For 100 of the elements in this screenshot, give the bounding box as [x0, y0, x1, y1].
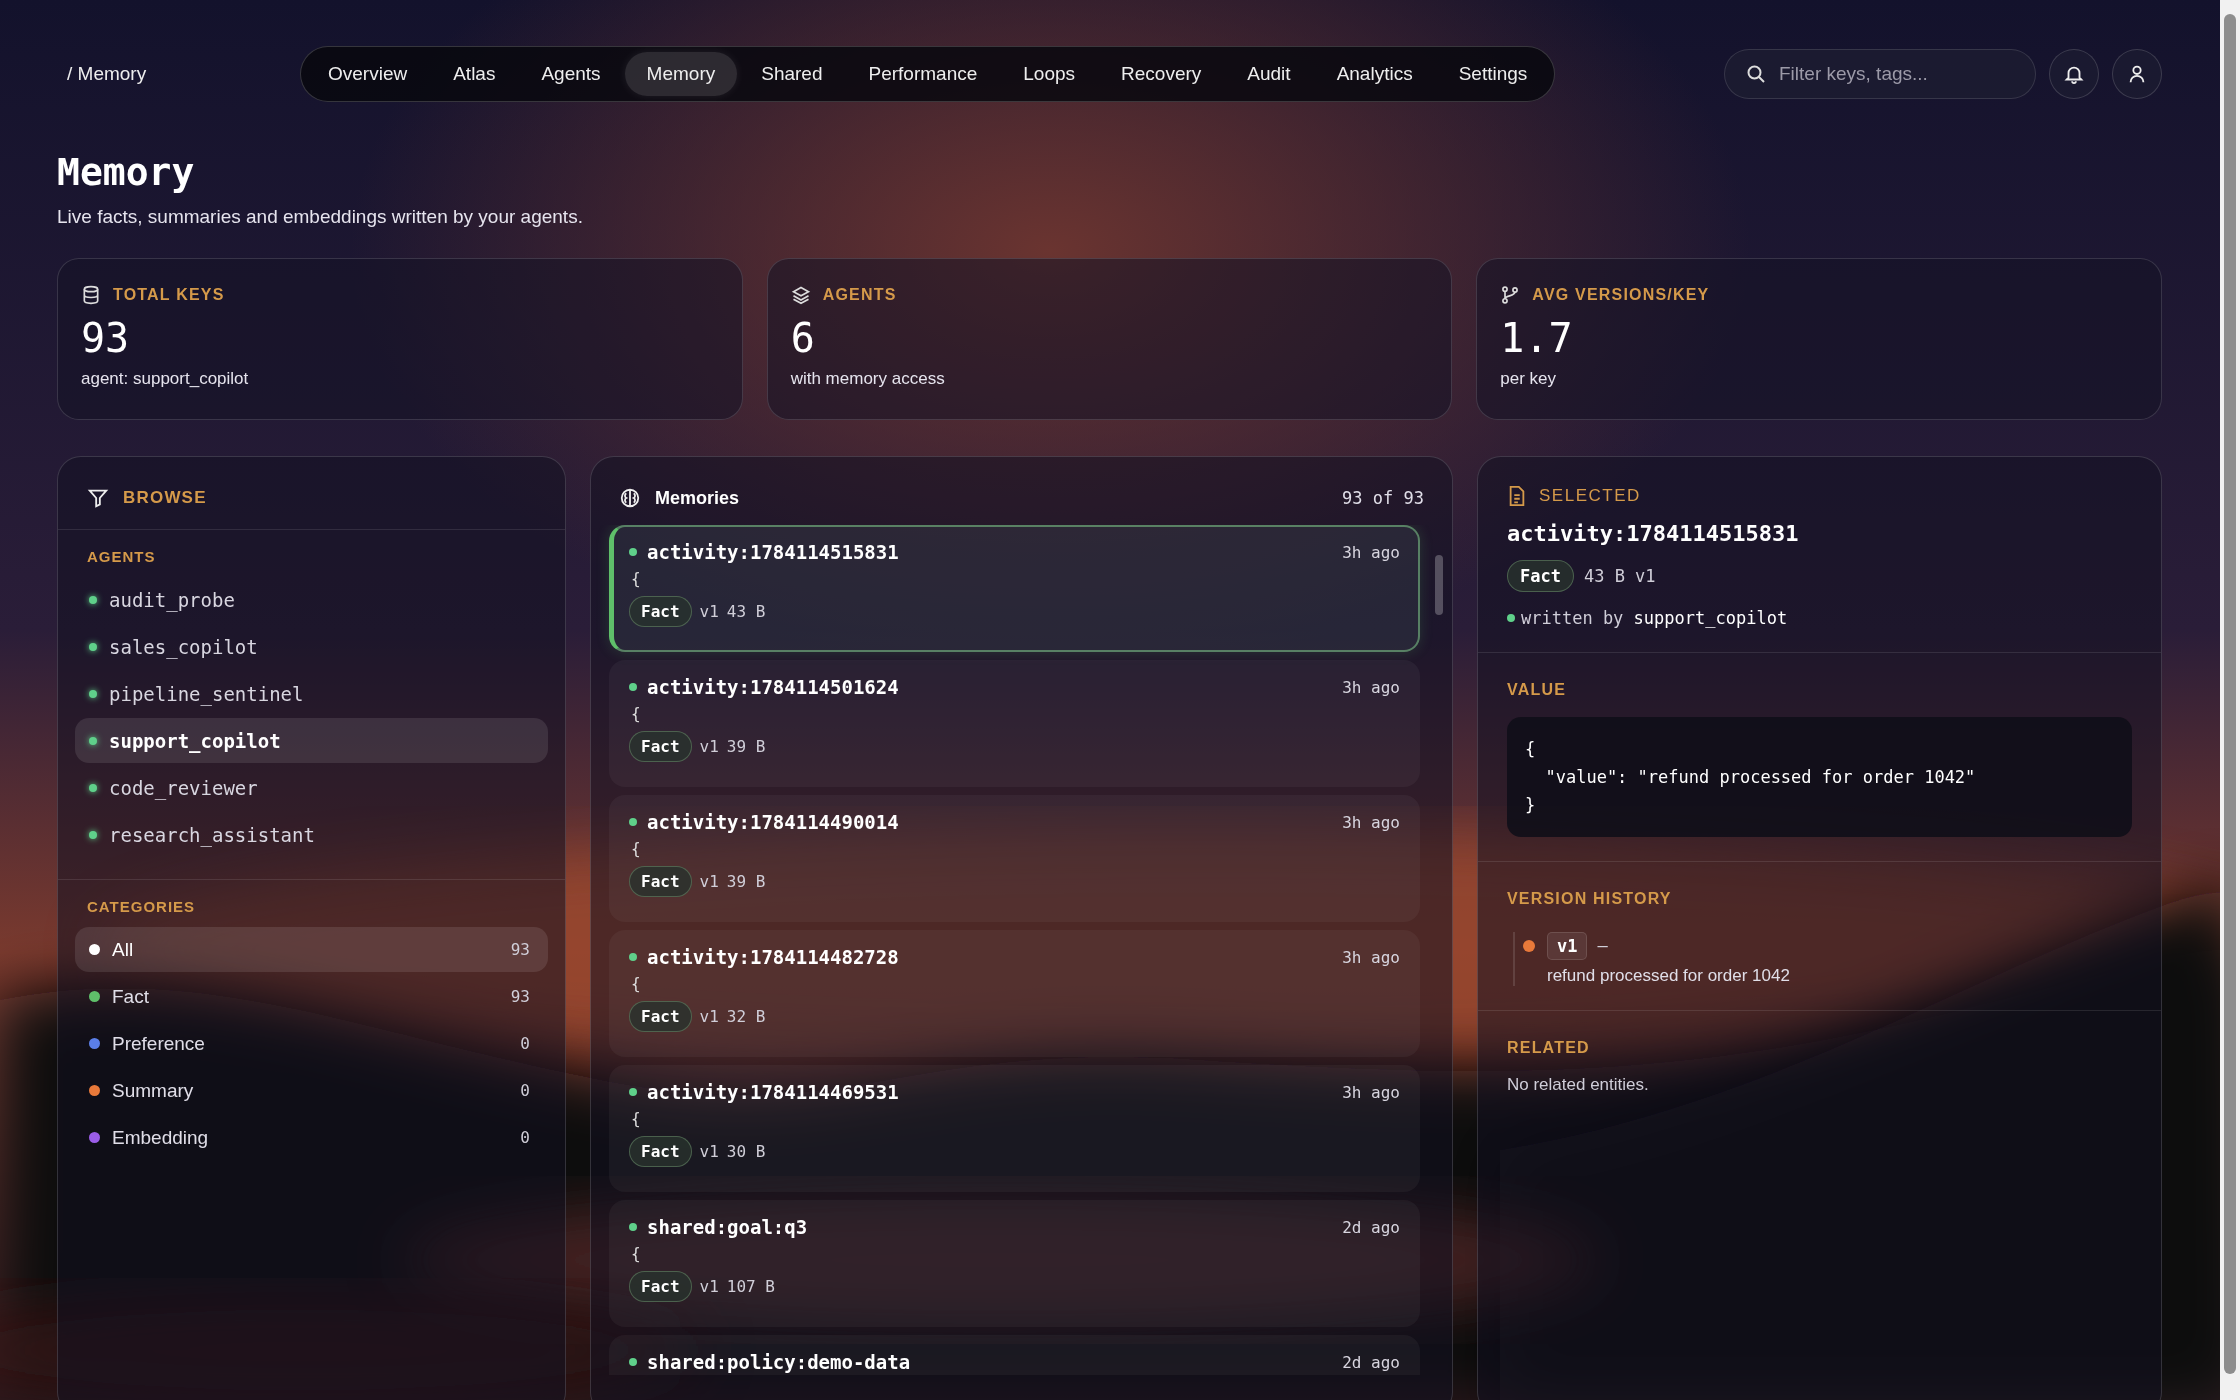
branch-icon: [1500, 285, 1521, 305]
version-text: refund processed for order 1042: [1547, 966, 1790, 986]
memory-count: 93 of 93: [1342, 488, 1424, 508]
category-item[interactable]: Preference 0: [75, 1021, 548, 1066]
scrollbar-thumb[interactable]: [1435, 555, 1443, 615]
memory-card[interactable]: activity:1784114490014 3h ago { Fact v1 39 B: [609, 795, 1420, 922]
status-dot-icon: [629, 1358, 637, 1366]
status-dot-icon: [629, 1223, 637, 1231]
nav-tab[interactable]: Audit: [1225, 52, 1313, 96]
value-code: { "value": "refund processed for order 1042" }: [1507, 717, 2132, 837]
memory-version: v1: [699, 1277, 719, 1296]
status-dot-icon: [89, 736, 97, 745]
agent-item[interactable]: pipeline_sentinel: [75, 671, 548, 716]
nav-tab[interactable]: Settings: [1436, 52, 1550, 96]
memory-time: 3h ago: [1342, 812, 1400, 832]
nav-tab[interactable]: Analytics: [1314, 52, 1435, 96]
related-empty-text: No related entities.: [1507, 1075, 1649, 1095]
scrollbar[interactable]: [2220, 0, 2240, 1400]
memory-version: v1: [699, 737, 719, 756]
memory-version: v1: [699, 1142, 719, 1161]
category-count: 0: [520, 1081, 531, 1100]
category-tag: Fact: [629, 596, 692, 627]
agent-item[interactable]: support_copilot: [75, 718, 548, 763]
nav-tab[interactable]: Agents: [519, 52, 623, 96]
stat-label: AVG VERSIONS/KEY: [1532, 286, 1710, 304]
memory-time: 3h ago: [1342, 947, 1400, 967]
memory-card[interactable]: shared:policy:demo-data 2d ago: [609, 1335, 1420, 1375]
agent-item[interactable]: audit_probe: [75, 577, 548, 622]
version-dash: –: [1597, 936, 1608, 956]
memory-size: 39 B: [726, 737, 766, 756]
category-item[interactable]: Embedding 0: [75, 1115, 548, 1160]
search-field[interactable]: Filter keys, tags...: [1724, 49, 2036, 99]
memory-key: activity:1784114515831: [647, 541, 899, 563]
status-dot-icon: [89, 642, 97, 651]
memory-key: activity:1784114469531: [647, 1081, 899, 1103]
stat-caption: with memory access: [790, 369, 946, 389]
stat-label: AGENTS: [822, 286, 897, 304]
memory-size: 43 B: [1583, 566, 1625, 586]
status-dot-icon: [629, 683, 637, 691]
layers-icon: [790, 285, 811, 305]
section-heading: VALUE: [1507, 681, 1567, 699]
section-heading: RELATED: [1507, 1039, 1590, 1057]
section-heading: AGENTS: [86, 548, 157, 567]
memory-key: activity:1784114490014: [647, 811, 899, 833]
category-item[interactable]: All 93: [75, 927, 548, 972]
memory-card[interactable]: activity:1784114482728 3h ago { Fact v1 32 B: [609, 930, 1420, 1057]
stat-value: 6: [790, 315, 816, 361]
memory-card[interactable]: activity:1784114469531 3h ago { Fact v1 30 B: [609, 1065, 1420, 1192]
category-count: 0: [520, 1128, 531, 1147]
memory-size: 107 B: [726, 1277, 775, 1296]
memory-size: 39 B: [726, 872, 766, 891]
memory-card[interactable]: activity:1784114501624 3h ago { Fact v1 39 B: [609, 660, 1420, 787]
memory-preview: {: [631, 704, 641, 723]
memory-size: 32 B: [726, 1007, 766, 1026]
category-tag: Fact: [629, 1136, 692, 1167]
status-dot-icon: [89, 595, 97, 604]
agent-item[interactable]: code_reviewer: [75, 765, 548, 810]
agent-item[interactable]: sales_copilot: [75, 624, 548, 669]
category-count: 93: [510, 940, 531, 959]
section-heading: CATEGORIES: [86, 898, 197, 917]
nav-tab[interactable]: Overview: [306, 52, 430, 96]
status-dot-icon: [629, 1088, 637, 1096]
status-dot-icon: [89, 689, 97, 698]
panel-title: Memories: [655, 487, 740, 509]
stat-value: 93: [81, 315, 131, 361]
nav-tab[interactable]: Atlas: [431, 52, 518, 96]
stat-caption: agent: support_copilot: [81, 369, 250, 389]
memory-preview: {: [631, 1109, 641, 1128]
search-icon: [1746, 64, 1766, 84]
author-text: written by support_copilot: [1521, 608, 1788, 628]
category-item[interactable]: Summary 0: [75, 1068, 548, 1113]
memory-version: v1: [1634, 566, 1656, 586]
status-dot-icon: [629, 818, 637, 826]
filter-icon: [87, 487, 109, 509]
category-tag: Fact: [629, 866, 692, 897]
category-tag: Fact: [1507, 560, 1574, 592]
nav-tab[interactable]: Memory: [624, 52, 738, 96]
agent-item[interactable]: research_assistant: [75, 812, 548, 857]
nav-tab[interactable]: Shared: [739, 52, 845, 96]
category-item[interactable]: Fact 93: [75, 974, 548, 1019]
memory-key: activity:1784114482728: [647, 946, 899, 968]
nav-tab[interactable]: Loops: [1001, 52, 1098, 96]
memory-preview: {: [631, 1244, 641, 1263]
memory-key: activity:1784114501624: [647, 676, 899, 698]
memory-card[interactable]: activity:1784114515831 3h ago { Fact v1 43 B: [609, 525, 1420, 652]
profile-button[interactable]: [2112, 49, 2162, 99]
memory-preview: {: [631, 839, 641, 858]
memory-time: 3h ago: [1342, 1082, 1400, 1102]
page-title: Memory: [57, 150, 196, 194]
status-dot-icon: [629, 548, 637, 556]
status-dot-icon: [1507, 614, 1515, 622]
page-subtitle: Live facts, summaries and embeddings written by your agents.: [57, 206, 584, 228]
notifications-button[interactable]: [2049, 49, 2099, 99]
version-badge: v1: [1547, 932, 1588, 960]
nav-tab[interactable]: Performance: [846, 52, 1000, 96]
memory-version: v1: [699, 1007, 719, 1026]
nav-tab[interactable]: Recovery: [1099, 52, 1224, 96]
stat-label: TOTAL KEYS: [113, 286, 225, 304]
memory-card[interactable]: shared:goal:q3 2d ago { Fact v1 107 B: [609, 1200, 1420, 1327]
panel-title: BROWSE: [123, 488, 207, 508]
